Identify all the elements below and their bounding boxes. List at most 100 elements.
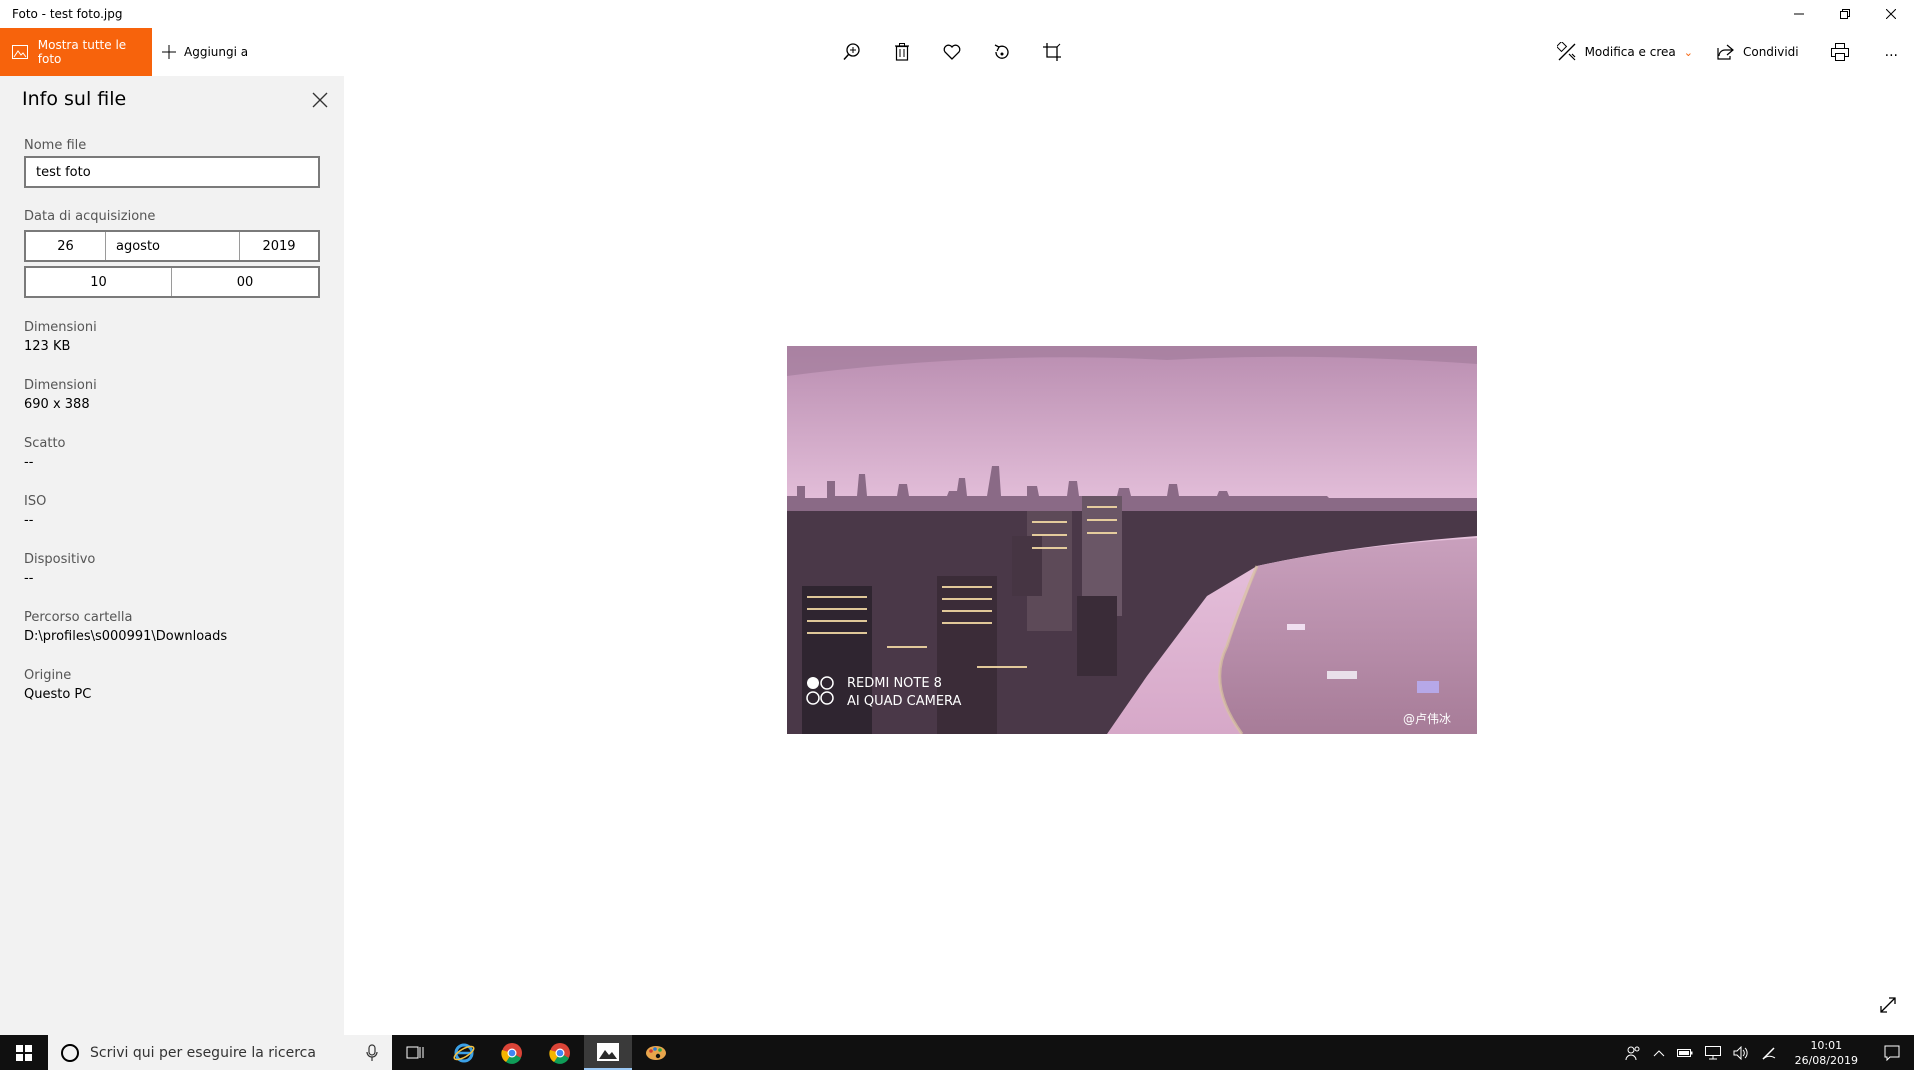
fullscreen-button[interactable] xyxy=(1878,995,1898,1015)
photos-app-button[interactable] xyxy=(584,1035,632,1070)
more-icon: ... xyxy=(1884,44,1898,60)
taskbar-search-box[interactable]: Scrivi qui per eseguire la ricerca xyxy=(48,1035,392,1070)
minimize-button[interactable] xyxy=(1776,0,1822,28)
chrome-icon xyxy=(501,1042,522,1064)
close-window-button[interactable] xyxy=(1868,0,1914,28)
start-button[interactable] xyxy=(0,1035,48,1070)
pen-icon xyxy=(1762,1046,1775,1060)
battery-icon xyxy=(1676,1048,1693,1057)
add-to-button[interactable]: Aggiungi a xyxy=(162,28,248,76)
close-icon xyxy=(1886,9,1896,19)
right-tools: Modifica e crea ⌄ Condividi ... xyxy=(1545,28,1914,76)
size-value: 123 KB xyxy=(24,339,71,354)
zoom-in-icon xyxy=(843,43,860,61)
rotate-icon xyxy=(994,44,1009,59)
microphone-icon[interactable] xyxy=(366,1044,378,1062)
task-view-button[interactable] xyxy=(392,1035,440,1070)
taskbar-apps xyxy=(392,1035,680,1070)
share-icon xyxy=(1717,44,1734,60)
more-options-button[interactable]: ... xyxy=(1869,28,1914,76)
date-day-field[interactable]: 26 xyxy=(26,232,106,260)
date-picker: 26 agosto 2019 xyxy=(24,230,320,262)
time-hour-field[interactable]: 10 xyxy=(26,268,172,296)
zoom-button[interactable] xyxy=(840,40,864,64)
iso-value: -- xyxy=(24,513,34,528)
time-picker: 10 00 xyxy=(24,266,320,298)
clock-time: 10:01 xyxy=(1810,1038,1843,1052)
network-button[interactable] xyxy=(1699,1035,1727,1070)
photo-image: REDMI NOTE 8 AI QUAD CAMERA @卢伟冰 xyxy=(787,346,1477,734)
windows-logo-icon xyxy=(16,1044,32,1061)
date-year-field[interactable]: 2019 xyxy=(240,232,318,260)
notification-icon xyxy=(1884,1045,1900,1061)
restore-button[interactable] xyxy=(1822,0,1868,28)
taskbar: Scrivi qui per eseguire la ricerca 10:01… xyxy=(0,1035,1914,1070)
edge-browser-button[interactable] xyxy=(440,1035,488,1070)
action-center-button[interactable] xyxy=(1870,1035,1914,1070)
rotate-button[interactable] xyxy=(990,40,1014,64)
chevron-up-icon xyxy=(1653,1049,1664,1056)
trash-icon xyxy=(895,43,909,61)
watermark-line1: REDMI NOTE 8 xyxy=(847,676,942,691)
file-info-panel: Info sul file Nome file test foto Data d… xyxy=(0,76,344,1035)
photos-icon xyxy=(597,1042,619,1061)
add-to-label: Aggiungi a xyxy=(184,45,249,59)
print-button[interactable] xyxy=(1811,28,1869,76)
shot-value: -- xyxy=(24,455,34,470)
people-button[interactable] xyxy=(1619,1035,1647,1070)
crop-button[interactable] xyxy=(1040,40,1064,64)
photo-credit: @卢伟冰 xyxy=(1403,711,1451,726)
restore-icon xyxy=(1840,9,1850,19)
device-value: -- xyxy=(24,571,34,586)
shot-label: Scatto xyxy=(24,436,66,451)
date-label: Data di acquisizione xyxy=(24,209,156,224)
show-hidden-icons-button[interactable] xyxy=(1647,1035,1671,1070)
show-all-photos-label: Mostra tutte le foto xyxy=(37,38,127,66)
expand-icon xyxy=(1880,997,1896,1013)
folder-path-label: Percorso cartella xyxy=(24,610,133,625)
date-month-field[interactable]: agosto xyxy=(106,232,240,260)
heart-icon xyxy=(943,44,961,60)
edit-create-icon xyxy=(1556,42,1576,61)
network-icon xyxy=(1704,1045,1721,1059)
paint-app-button[interactable] xyxy=(632,1035,680,1070)
title-bar: Foto - test foto.jpg xyxy=(0,0,1914,28)
filename-input[interactable]: test foto xyxy=(24,156,320,188)
share-button[interactable]: Condividi xyxy=(1705,28,1811,76)
cortana-icon xyxy=(61,1043,79,1062)
origin-value: Questo PC xyxy=(24,687,92,702)
chrome-icon xyxy=(549,1042,570,1064)
size-label: Dimensioni xyxy=(24,320,97,335)
favorite-button[interactable] xyxy=(940,40,964,64)
folder-path-value: D:\profiles\s000991\Downloads xyxy=(24,629,228,644)
device-label: Dispositivo xyxy=(24,552,96,567)
taskbar-clock[interactable]: 10:01 26/08/2019 xyxy=(1783,1038,1870,1068)
show-all-photos-button[interactable]: Mostra tutte le foto xyxy=(0,28,152,76)
battery-button[interactable] xyxy=(1671,1035,1699,1070)
speaker-icon xyxy=(1733,1045,1748,1060)
plus-icon xyxy=(162,45,176,59)
dimensions-value: 690 x 388 xyxy=(24,397,90,412)
edit-create-button[interactable]: Modifica e crea ⌄ xyxy=(1545,28,1705,76)
task-view-icon xyxy=(406,1046,424,1058)
crop-icon xyxy=(1043,43,1061,61)
city-skyline-image: REDMI NOTE 8 AI QUAD CAMERA @卢伟冰 xyxy=(787,346,1477,734)
close-panel-button[interactable] xyxy=(308,88,332,112)
chrome-button-1[interactable] xyxy=(488,1035,536,1070)
edit-create-label: Modifica e crea xyxy=(1584,45,1676,59)
chrome-button-2[interactable] xyxy=(536,1035,584,1070)
time-minute-field[interactable]: 00 xyxy=(172,268,318,296)
volume-button[interactable] xyxy=(1727,1035,1755,1070)
iso-label: ISO xyxy=(24,494,47,509)
chevron-down-icon: ⌄ xyxy=(1683,45,1693,59)
pen-workspace-button[interactable] xyxy=(1755,1035,1783,1070)
command-bar: Mostra tutte le foto Aggiungi a Modifica… xyxy=(0,28,1914,76)
search-placeholder: Scrivi qui per eseguire la ricerca xyxy=(90,1044,316,1061)
printer-icon xyxy=(1830,43,1849,61)
window-title: Foto - test foto.jpg xyxy=(12,7,123,21)
system-tray: 10:01 26/08/2019 xyxy=(1619,1035,1914,1070)
photo-icon xyxy=(12,45,28,59)
photo-viewer[interactable]: REDMI NOTE 8 AI QUAD CAMERA @卢伟冰 xyxy=(344,76,1914,1035)
delete-button[interactable] xyxy=(890,40,914,64)
close-icon xyxy=(312,92,328,108)
